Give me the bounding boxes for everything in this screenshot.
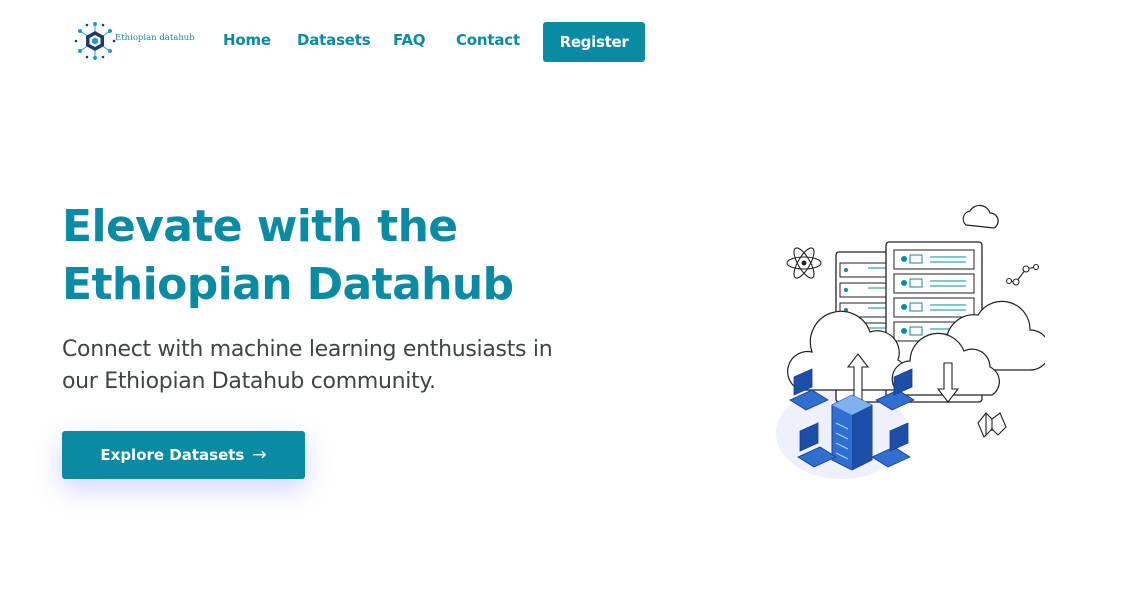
hero-subtitle-line-1: Connect with machine learning enthusiast…: [62, 337, 553, 362]
explore-datasets-label: Explore Datasets: [100, 446, 245, 464]
nav-faq-link[interactable]: FAQ: [393, 31, 425, 49]
nav-datasets-link[interactable]: Datasets: [297, 31, 371, 49]
nav-contact-link[interactable]: Contact: [456, 31, 520, 49]
hero-subtitle-line-2: our Ethiopian Datahub community.: [62, 369, 436, 394]
nav-home-link[interactable]: Home: [223, 31, 271, 49]
arrow-right-icon: →: [252, 445, 267, 465]
hero-title-line-1: Elevate with the: [62, 201, 458, 252]
hero-title-line-2: Ethiopian Datahub: [62, 259, 514, 310]
hero-title: Elevate with the Ethiopian Datahub: [62, 198, 622, 314]
hero-subtitle: Connect with machine learning enthusiast…: [62, 334, 622, 398]
brand-name: Ethiopian datahub: [115, 33, 195, 43]
top-navbar: Ethiopian datahub Home Datasets FAQ Cont…: [0, 0, 1145, 84]
hexagon-network-icon: [74, 22, 116, 60]
brand-logo[interactable]: Ethiopian datahub: [74, 20, 195, 62]
explore-datasets-button[interactable]: Explore Datasets →: [62, 431, 305, 479]
cloud-servers-illustration: [776, 204, 1045, 479]
register-button[interactable]: Register: [543, 22, 645, 62]
